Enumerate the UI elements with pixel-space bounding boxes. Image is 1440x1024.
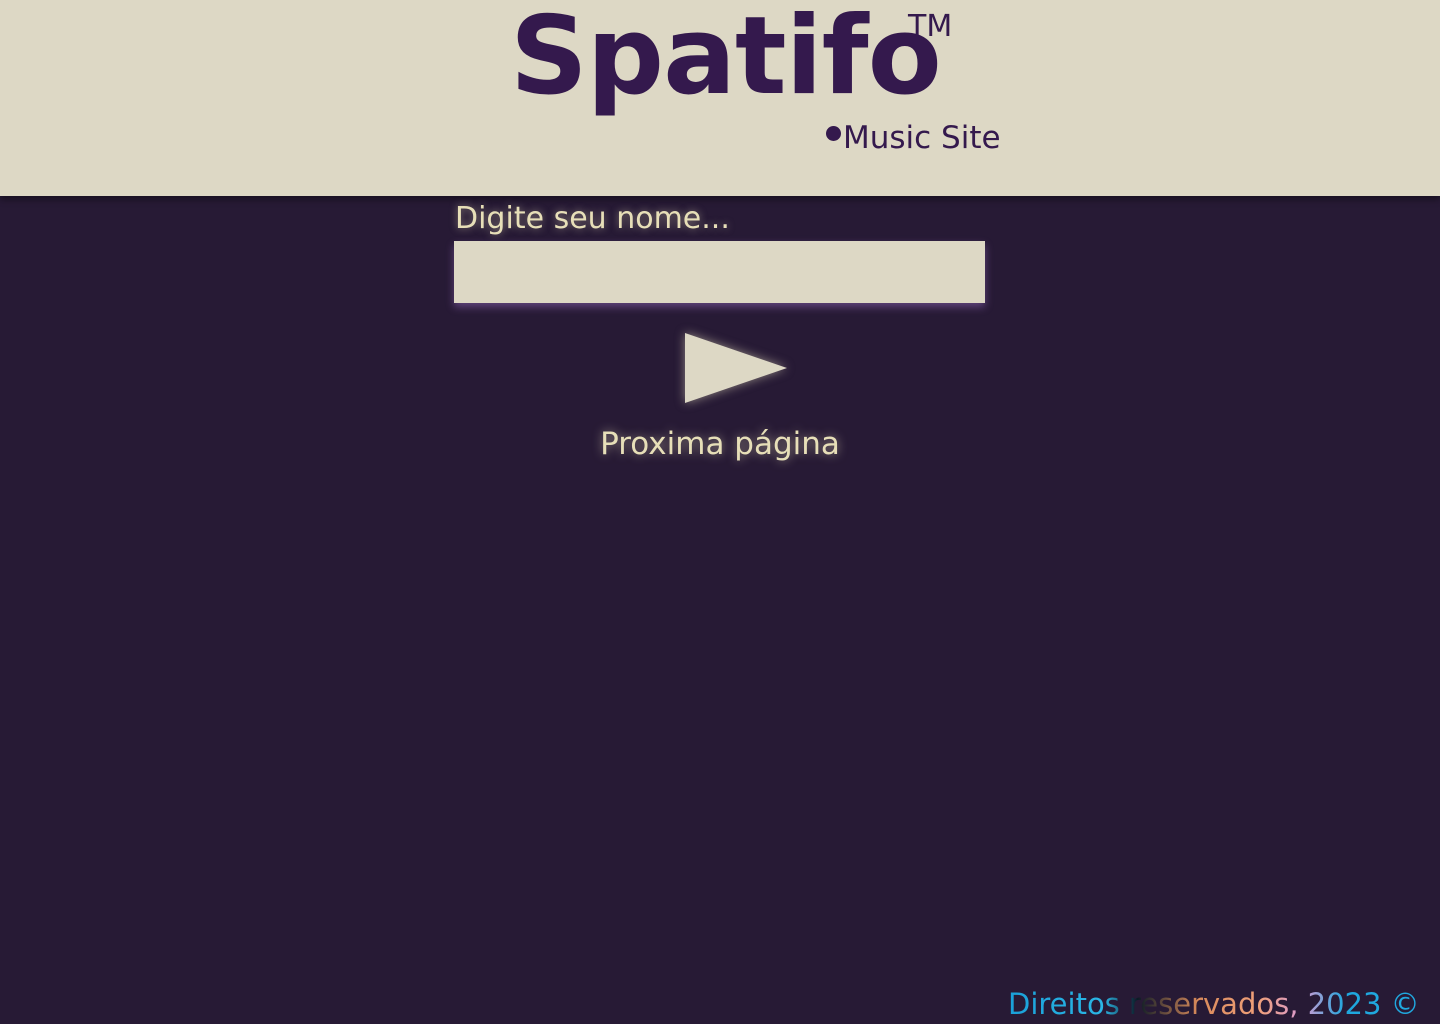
trademark-mark: TM (908, 9, 953, 44)
bullet-icon (826, 126, 841, 141)
next-page-label[interactable]: Proxima página (596, 426, 844, 463)
play-triangle-icon[interactable] (681, 329, 791, 407)
name-label: Digite seu nome... (455, 201, 730, 236)
brand-logo: Spatifo (510, 0, 942, 119)
name-input[interactable] (454, 241, 985, 303)
tagline-text: Music Site (843, 120, 1001, 156)
site-header: Spatifo TM Music Site (0, 0, 1440, 196)
footer-copyright: Direitos reservados, 2023 © (1008, 986, 1440, 1024)
tagline: Music Site (826, 120, 1001, 157)
